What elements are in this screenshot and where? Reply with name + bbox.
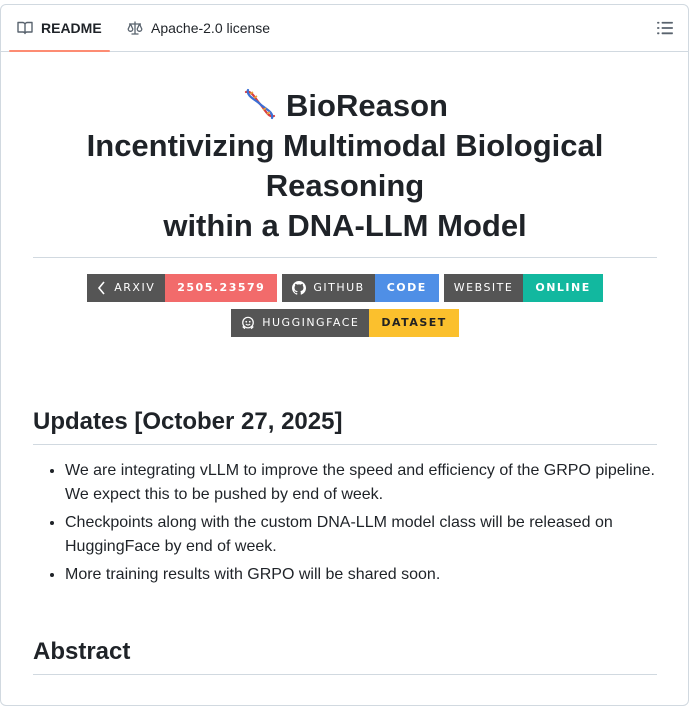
title-line-1: BioReason xyxy=(286,88,448,123)
huggingface-badge-value: DATASET xyxy=(369,309,459,337)
github-badge[interactable]: GITHUB CODE xyxy=(282,274,439,302)
updates-list: We are integrating vLLM to improve the s… xyxy=(33,459,657,587)
github-badge-value: CODE xyxy=(374,274,439,302)
page-title: BioReason Incentivizing Multimodal Biolo… xyxy=(33,52,657,258)
list-item: Checkpoints along with the custom DNA-LL… xyxy=(65,511,657,559)
arxiv-badge-label: ARXIV xyxy=(114,281,156,294)
website-badge-label: WEBSITE xyxy=(453,281,514,294)
tab-readme-label: README xyxy=(41,20,102,36)
arxiv-badge-value: 2505.23579 xyxy=(165,274,278,302)
huggingface-badge-label: HUGGINGFACE xyxy=(262,316,360,329)
huggingface-icon xyxy=(242,316,255,330)
tab-bar: README Apache-2.0 license xyxy=(1,5,688,52)
readme-content: BioReason Incentivizing Multimodal Biolo… xyxy=(33,52,657,675)
badges: ARXIV 2505.23579 GITHUB CODE WEBSITE ONL… xyxy=(33,274,657,337)
website-badge[interactable]: WEBSITE ONLINE xyxy=(443,274,603,302)
title-line-3: within a DNA-LLM Model xyxy=(163,208,527,243)
updates-heading: Updates [October 27, 2025] xyxy=(33,407,657,445)
title-line-2: Incentivizing Multimodal Biological Reas… xyxy=(86,128,604,203)
tab-readme[interactable]: README xyxy=(9,5,110,52)
arxiv-icon xyxy=(98,281,105,295)
dna-icon xyxy=(244,88,276,120)
table-of-contents-icon[interactable] xyxy=(656,19,674,37)
website-badge-value: ONLINE xyxy=(523,274,603,302)
arxiv-badge[interactable]: ARXIV 2505.23579 xyxy=(87,274,278,302)
readme-panel: README Apache-2.0 license BioReason Ince… xyxy=(0,4,689,706)
huggingface-badge[interactable]: HUGGINGFACE DATASET xyxy=(231,309,459,337)
github-badge-label: GITHUB xyxy=(313,281,365,294)
scale-icon xyxy=(127,21,143,35)
tab-license[interactable]: Apache-2.0 license xyxy=(119,5,278,51)
list-item: More training results with GRPO will be … xyxy=(65,563,657,587)
tab-license-label: Apache-2.0 license xyxy=(151,20,271,36)
book-icon xyxy=(17,21,33,35)
list-item: We are integrating vLLM to improve the s… xyxy=(65,459,657,507)
github-icon xyxy=(292,281,307,295)
abstract-heading: Abstract xyxy=(33,637,657,675)
